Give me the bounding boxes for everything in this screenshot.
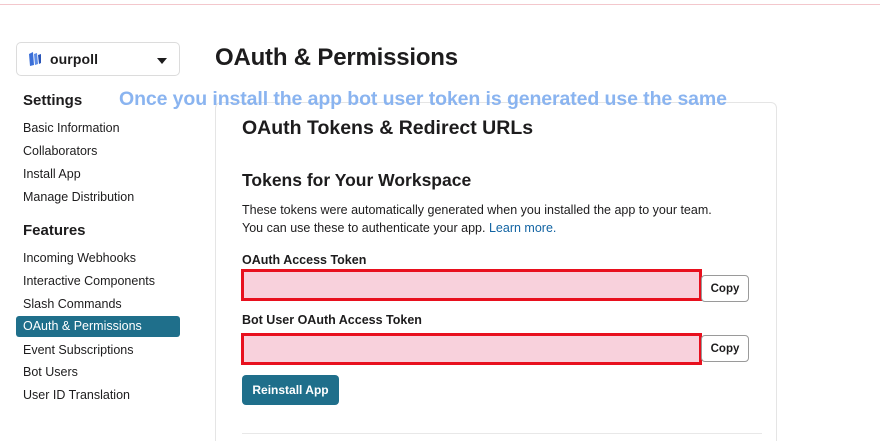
copy-oauth-token-button[interactable]: Copy (701, 275, 749, 302)
bot-token-field[interactable] (241, 333, 702, 365)
page-title: OAuth & Permissions (215, 44, 458, 71)
sidebar-item-oauth-permissions[interactable]: OAuth & Permissions (16, 316, 180, 337)
reinstall-app-button[interactable]: Reinstall App (242, 375, 339, 405)
oauth-token-label: OAuth Access Token (242, 253, 367, 267)
card-divider (242, 433, 762, 434)
bot-token-label: Bot User OAuth Access Token (242, 313, 422, 327)
sidebar-item-manage-distribution[interactable]: Manage Distribution (16, 187, 180, 208)
sidebar-item-interactive-components[interactable]: Interactive Components (16, 271, 180, 292)
sidebar-item-bot-users[interactable]: Bot Users (16, 362, 180, 383)
app-logo-icon (29, 52, 41, 66)
app-config-page: ourpoll Settings Basic Information Colla… (0, 0, 880, 441)
sidebar-item-collaborators[interactable]: Collaborators (16, 141, 180, 162)
card-title: OAuth Tokens & Redirect URLs (242, 117, 534, 139)
description-line-1: These tokens were automatically generate… (242, 203, 712, 217)
tokens-description: These tokens were automatically generate… (242, 201, 742, 237)
sidebar-item-incoming-webhooks[interactable]: Incoming Webhooks (16, 248, 180, 269)
app-selector[interactable]: ourpoll (16, 42, 180, 76)
description-line-2: You can use these to authenticate your a… (242, 221, 486, 235)
settings-heading: Settings (23, 92, 83, 109)
annotation-text: Once you install the app bot user token … (119, 88, 727, 110)
copy-bot-token-button[interactable]: Copy (701, 335, 749, 362)
chevron-down-icon (157, 58, 167, 64)
learn-more-link[interactable]: Learn more. (489, 221, 556, 235)
sidebar-item-install-app[interactable]: Install App (16, 164, 180, 185)
top-divider (0, 4, 880, 5)
sidebar-item-event-subscriptions[interactable]: Event Subscriptions (16, 340, 180, 361)
section-title: Tokens for Your Workspace (242, 170, 472, 190)
sidebar-item-basic-information[interactable]: Basic Information (16, 118, 180, 139)
sidebar-item-user-id-translation[interactable]: User ID Translation (16, 385, 180, 406)
sidebar-item-slash-commands[interactable]: Slash Commands (16, 294, 180, 315)
app-name: ourpoll (50, 51, 99, 67)
oauth-token-field[interactable] (241, 269, 702, 301)
features-heading: Features (23, 222, 86, 239)
